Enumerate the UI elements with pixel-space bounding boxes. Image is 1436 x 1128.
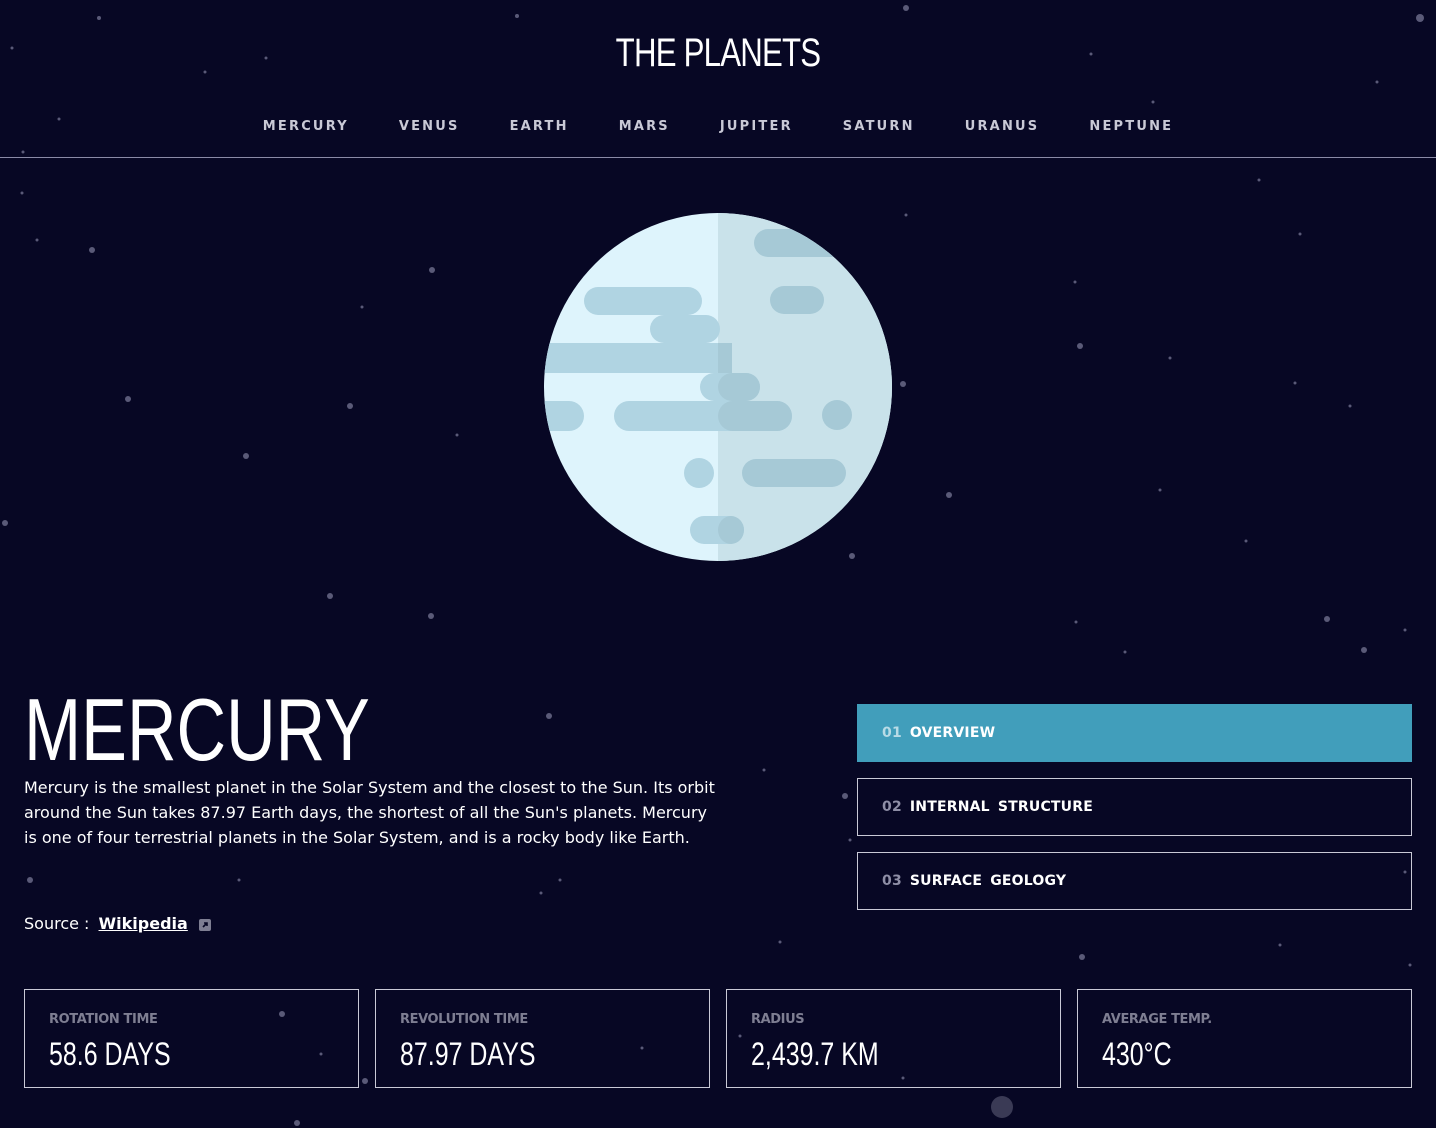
nav-item-uranus[interactable]: URANUS [965,118,1040,136]
nav-item-earth[interactable]: EARTH [510,118,569,136]
stat-average-temp: AVERAGE TEMP. 430°C [1077,989,1412,1088]
content-tabs: 01 OVERVIEW 02 INTERNAL STRUCTURE 03 SUR… [857,704,1412,926]
starfield-background [2,5,1424,1126]
tab-label: OVERVIEW [909,725,996,741]
tab-number: 03 [882,873,902,889]
tab-number: 02 [882,799,902,815]
stat-rotation-time: ROTATION TIME 58.6 DAYS [24,989,359,1088]
source-label: Source : [24,914,90,933]
stat-value: 2,439.7 KM [751,1036,879,1072]
nav-item-mercury[interactable]: MERCURY [263,118,349,136]
nav-item-venus[interactable]: VENUS [399,118,460,136]
stat-label: ROTATION TIME [49,1012,158,1027]
stat-value: 58.6 DAYS [49,1036,171,1072]
source-line: Source : Wikipedia [24,912,211,936]
tab-label: SURFACE GEOLOGY [909,873,1067,889]
external-link-icon[interactable] [198,919,211,931]
nav-item-jupiter[interactable]: JUPITER [720,118,793,136]
site-logo[interactable]: THE PLANETS [158,28,1278,78]
stat-label: AVERAGE TEMP. [1102,1012,1212,1027]
planet-image [544,213,892,561]
site-header: THE PLANETS MERCURY VENUS EARTH MARS JUP… [0,0,1436,158]
stat-value: 430°C [1102,1036,1172,1072]
planet-title: MERCURY [24,680,370,779]
stat-label: RADIUS [751,1012,805,1027]
wikipedia-link[interactable]: Wikipedia [99,914,188,933]
planet-description: Mercury is the smallest planet in the So… [24,778,715,847]
stat-revolution-time: REVOLUTION TIME 87.97 DAYS [375,989,710,1088]
mercury-planet-icon [544,213,892,561]
tab-overview[interactable]: 01 OVERVIEW [857,704,1412,762]
planet-stats: ROTATION TIME 58.6 DAYS REVOLUTION TIME … [24,989,1412,1088]
tab-surface-geology[interactable]: 03 SURFACE GEOLOGY [857,852,1412,910]
stat-value: 87.97 DAYS [400,1036,536,1072]
stat-radius: RADIUS 2,439.7 KM [726,989,1061,1088]
tab-number: 01 [882,725,902,741]
stat-label: REVOLUTION TIME [400,1012,528,1027]
tab-internal-structure[interactable]: 02 INTERNAL STRUCTURE [857,778,1412,836]
planet-nav: MERCURY VENUS EARTH MARS JUPITER SATURN … [0,118,1436,136]
nav-item-mars[interactable]: MARS [619,118,670,136]
tab-label: INTERNAL STRUCTURE [909,799,1093,815]
nav-item-saturn[interactable]: SATURN [843,118,915,136]
nav-item-neptune[interactable]: NEPTUNE [1089,118,1173,136]
